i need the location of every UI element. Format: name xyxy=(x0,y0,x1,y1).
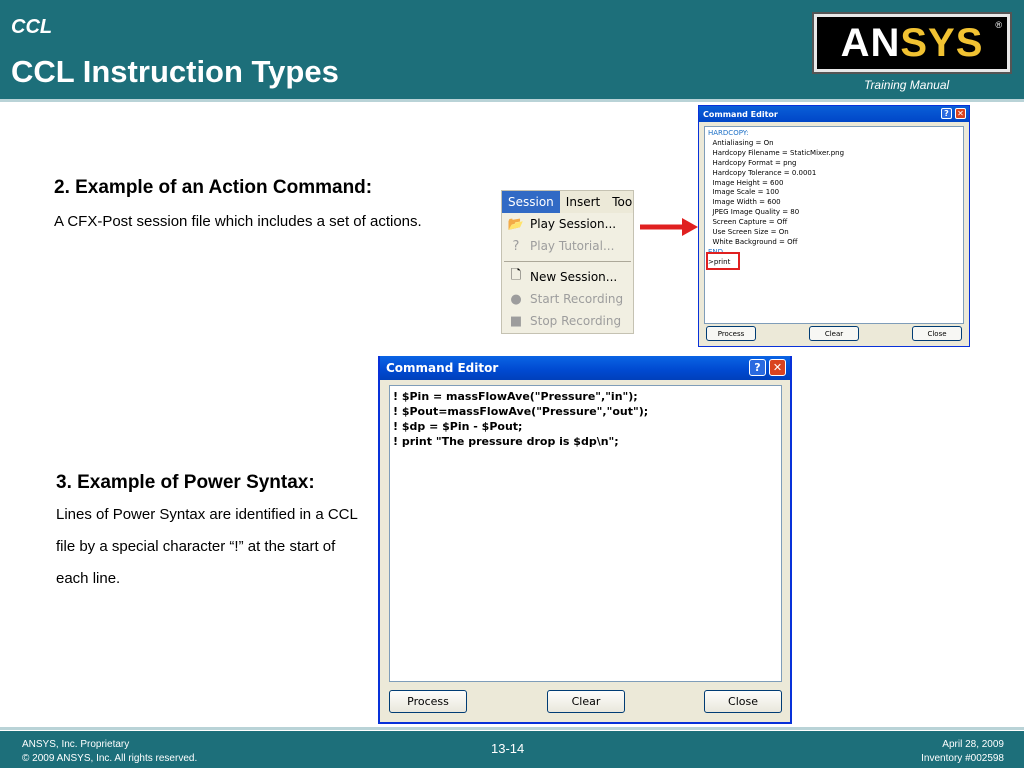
menu-item-play-tutorial[interactable]: ? Play Tutorial... xyxy=(502,235,633,257)
code-line: White Background = Off xyxy=(708,237,798,246)
slide-title: CCL Instruction Types xyxy=(11,54,339,89)
menu-bar: Session Insert Tool xyxy=(502,191,633,213)
clear-button[interactable]: Clear xyxy=(547,690,625,713)
code-line: ! $dp = $Pin - $Pout; xyxy=(393,420,523,433)
code-line: ! print "The pressure drop is $dp\n"; xyxy=(393,435,619,448)
help-icon[interactable]: ? xyxy=(749,359,766,376)
footer-right: April 28, 2009 Inventory #002598 xyxy=(921,738,1004,766)
code-line: Hardcopy Tolerance = 0.0001 xyxy=(708,168,817,177)
code-line: Hardcopy Format = png xyxy=(708,158,797,167)
menu-session[interactable]: Session xyxy=(502,191,560,213)
code-line: Antialiasing = On xyxy=(708,138,774,147)
stop-record-icon: ■ xyxy=(509,313,523,329)
action-command-text: A CFX-Post session file which includes a… xyxy=(54,213,422,230)
menu-item-label: Stop Recording xyxy=(530,314,622,328)
record-icon: ● xyxy=(510,291,522,307)
close-icon[interactable]: ✕ xyxy=(769,359,786,376)
tutorial-icon: ? xyxy=(512,238,520,254)
action-command-heading: 2. Example of an Action Command: xyxy=(54,177,373,198)
menu-item-label: Start Recording xyxy=(530,292,624,306)
code-line: Image Height = 600 xyxy=(708,178,784,187)
menu-item-new-session[interactable]: 🗋 New Session... xyxy=(502,266,633,288)
process-button[interactable]: Process xyxy=(706,326,756,341)
code-line: Hardcopy Filename = StaticMixer.png xyxy=(708,148,845,157)
menu-insert[interactable]: Insert xyxy=(560,191,606,213)
editor-titlebar: Command Editor ? ✕ xyxy=(380,356,790,380)
section-label: CCL xyxy=(11,16,53,38)
menu-separator xyxy=(504,261,631,262)
proprietary-notice: ANSYS, Inc. Proprietary xyxy=(22,739,130,750)
folder-play-icon: 📂 xyxy=(507,216,525,232)
small-editor-titlebar: Command Editor ? ✕ xyxy=(699,106,969,122)
code-block-header: HARDCOPY: xyxy=(708,129,749,137)
print-highlight-box xyxy=(706,252,740,270)
slide-header: CCL CCL Instruction Types ANSYS ® Traini… xyxy=(0,0,1024,99)
clear-button[interactable]: Clear xyxy=(809,326,859,341)
code-line: Image Scale = 100 xyxy=(708,188,780,197)
logo-wordmark: ANSYS xyxy=(841,21,984,66)
ansys-logo: ANSYS ® xyxy=(812,12,1012,74)
small-command-editor-window: Command Editor ? ✕ HARDCOPY: Antialiasin… xyxy=(698,105,970,347)
menu-tools[interactable]: Tool xyxy=(606,191,633,213)
logo-registered-mark: ® xyxy=(995,20,1002,30)
menu-item-label: New Session... xyxy=(530,270,618,284)
close-icon[interactable]: ✕ xyxy=(955,108,966,119)
power-syntax-heading: 3. Example of Power Syntax: xyxy=(56,472,315,493)
logo-text-an: AN xyxy=(840,20,901,65)
inventory-number: Inventory #002598 xyxy=(921,753,1004,764)
footer-divider xyxy=(0,727,1024,730)
code-line: JPEG Image Quality = 80 xyxy=(708,208,800,217)
code-block-end: END xyxy=(708,247,724,256)
small-editor-title: Command Editor xyxy=(703,109,778,119)
red-arrow-icon xyxy=(640,218,698,236)
code-line: ! $Pout=massFlowAve("Pressure","out"); xyxy=(393,405,649,418)
logo-text-sys: SYS xyxy=(900,20,984,65)
footer-date: April 28, 2009 xyxy=(942,739,1004,750)
session-menu-screenshot: Session Insert Tool 📂 Play Session... ? … xyxy=(501,190,634,334)
code-action-line: >print xyxy=(708,257,731,266)
code-line: Image Width = 600 xyxy=(708,198,781,207)
copyright-notice: © 2009 ANSYS, Inc. All rights reserved. xyxy=(22,753,198,764)
menu-item-stop-recording[interactable]: ■ Stop Recording xyxy=(502,310,633,332)
process-button[interactable]: Process xyxy=(389,690,467,713)
close-button[interactable]: Close xyxy=(704,690,782,713)
editor-title: Command Editor xyxy=(386,361,499,375)
code-line: Screen Capture = Off xyxy=(708,218,788,227)
help-icon[interactable]: ? xyxy=(941,108,952,119)
small-editor-text-area[interactable]: HARDCOPY: Antialiasing = On Hardcopy Fil… xyxy=(704,126,964,324)
new-session-icon: 🗋 xyxy=(510,268,522,283)
footer-left: ANSYS, Inc. Proprietary © 2009 ANSYS, In… xyxy=(22,738,197,766)
power-syntax-text: Lines of Power Syntax are identified in … xyxy=(56,506,358,587)
menu-item-label: Play Tutorial... xyxy=(530,239,615,253)
editor-text-area[interactable]: ! $Pin = massFlowAve("Pressure","in"); ! … xyxy=(389,385,782,682)
menu-item-label: Play Session... xyxy=(530,217,617,231)
slide-footer: ANSYS, Inc. Proprietary © 2009 ANSYS, In… xyxy=(0,731,1024,768)
code-line: Use Screen Size = On xyxy=(708,228,789,237)
page-number: 13-14 xyxy=(491,741,525,756)
command-editor-window: Command Editor ? ✕ ! $Pin = massFlowAve(… xyxy=(378,356,792,724)
close-button[interactable]: Close xyxy=(912,326,962,341)
logo-plate: ANSYS ® xyxy=(817,17,1007,69)
training-manual-label: Training Manual xyxy=(864,78,950,92)
menu-item-start-recording[interactable]: ● Start Recording xyxy=(502,288,633,310)
menu-item-play-session[interactable]: 📂 Play Session... xyxy=(502,213,633,235)
code-line: ! $Pin = massFlowAve("Pressure","in"); xyxy=(393,390,638,403)
header-divider xyxy=(0,99,1024,102)
